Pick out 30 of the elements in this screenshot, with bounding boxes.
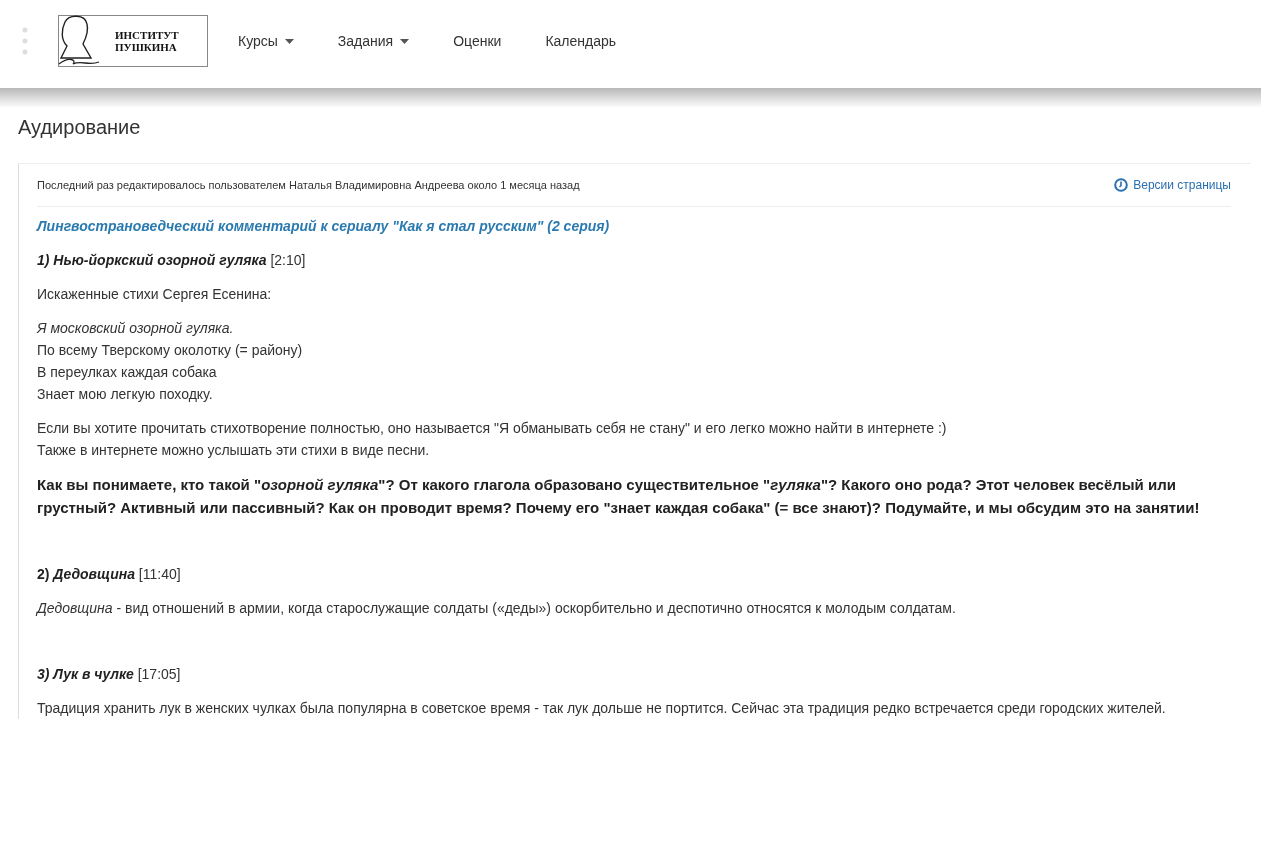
nav-menu-item[interactable]: Календарь	[545, 33, 617, 49]
poem-line: По всему Тверскому околотку (= району)	[37, 341, 303, 360]
paragraph-text: Если вы хотите прочитать стихотворение полностью, оно называется "Я обманывать себя не стану" и его легко можно найти в интернете :) Также в интернете можно услышать эти стихи в виде песни.	[37, 419, 948, 460]
timecode-text: [17:05]	[137, 666, 181, 682]
nav-menu-item[interactable]: Задания	[337, 33, 410, 49]
nav-menu-item[interactable]: Курсы	[238, 33, 294, 49]
paragraph-text: Дедовщина - вид отношений в армии, когда старослужащие солдаты («деды») оскорбительно и деспотично относятся к молодым солдатам.	[37, 599, 957, 618]
section-heading: 1) Нью-йоркский озорной гуляка	[37, 252, 267, 268]
article-title: Лингвострановедческий комментарий к сериалу "Как я стал русским" (2 серия)	[37, 217, 611, 236]
logo-text: ПУШКИНА	[115, 41, 178, 53]
page-title: Аудирование	[17, 115, 142, 140]
caret-icon	[400, 38, 410, 44]
section-heading: 2) Дедовщина	[37, 566, 135, 582]
poem-line: Я московский озорной гуляка.	[37, 319, 234, 338]
paragraph-text: Традиция хранить лук в женских чулках была популярна в советское время - так лук дольше не портится. Сейчас эта традиция редко встречается среди городских жителей.	[37, 699, 1167, 718]
drag-handle-icon[interactable]	[22, 26, 28, 56]
poem-line: Знает мою легкую походку.	[37, 385, 213, 404]
paragraph-text: Искаженные стихи Сергея Есенина:	[37, 285, 273, 304]
history-icon	[1114, 178, 1129, 192]
timecode-text: [2:10]	[270, 252, 306, 268]
section-heading: 3) Лук в чулке	[37, 666, 134, 682]
logo-text: ИНСТИТУТ	[115, 29, 179, 41]
page-versions-link[interactable]: Версии страницы	[1114, 178, 1231, 192]
nav-menu-item[interactable]: Оценки	[453, 33, 502, 49]
caret-icon	[284, 38, 294, 44]
institute-logo[interactable]: ИНСТИТУТ ПУШКИНА	[58, 15, 208, 67]
edit-info-text: Последний раз редактировалось пользователем Наталья Владимировна Андреева около 1 месяца назад	[37, 179, 580, 191]
poem-line: В переулках каждая собака	[37, 363, 217, 382]
timecode-text: [11:40]	[138, 566, 181, 582]
question-text: Как вы понимаете, кто такой "озорной гуляка"? От какого глагола образовано существительное "гуляка"? Какого оно рода? Этот человек весёлый или грустный? Активный или пассивный? Как он проводит время? Почему его "знает каждая собака" (= все знают)? Подумайте, и мы обсудим это на занятии!	[37, 475, 1201, 518]
